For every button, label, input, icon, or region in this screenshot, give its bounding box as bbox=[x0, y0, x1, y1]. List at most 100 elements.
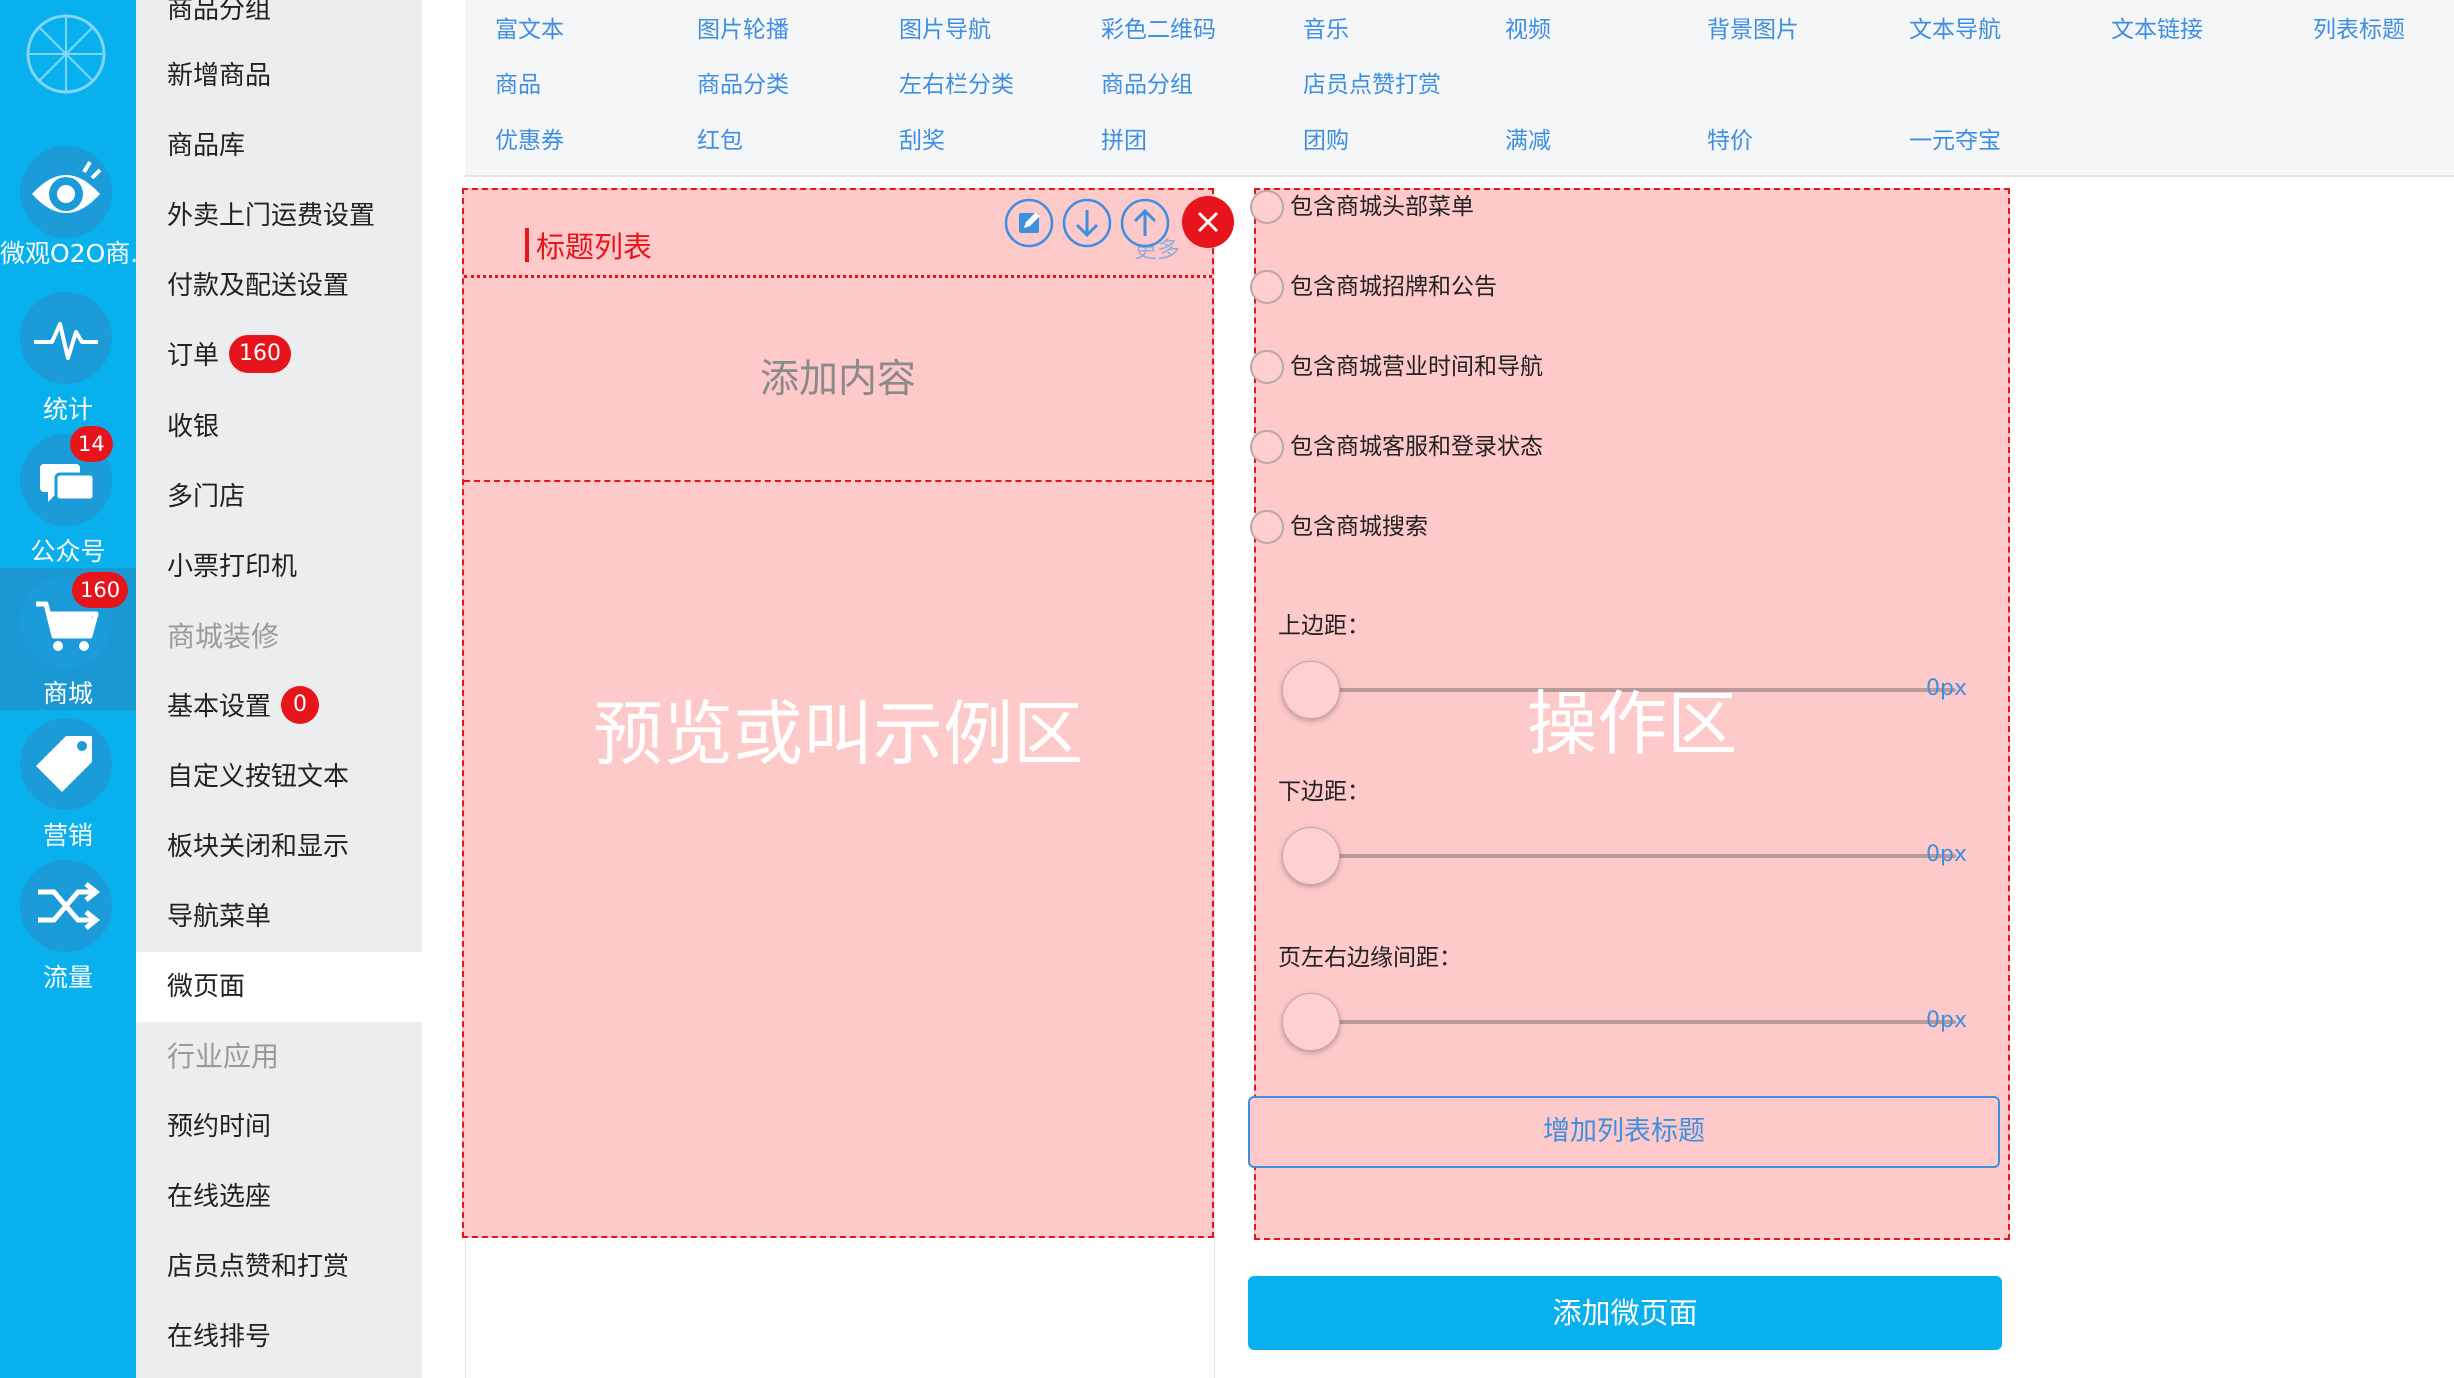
menu-item-cashier[interactable]: 收银 bbox=[136, 392, 422, 462]
arrow-down-icon[interactable] bbox=[1062, 198, 1112, 248]
menu-item-product-library[interactable]: 商品库 bbox=[136, 111, 422, 181]
menu-item-product-group[interactable]: 商品分组 bbox=[136, 0, 422, 45]
rail-item-logo[interactable] bbox=[0, 0, 136, 94]
menu-item-add-product[interactable]: 新增商品 bbox=[136, 41, 422, 111]
rail-label-stats: 统计 bbox=[42, 395, 93, 424]
eye-icon bbox=[20, 146, 112, 238]
menu-item-label: 在线排号 bbox=[167, 1322, 272, 1352]
checkbox-label: 包含商城营业时间和导航 bbox=[1290, 354, 1543, 380]
shuffle-icon bbox=[20, 860, 112, 952]
component-image-carousel[interactable]: 图片轮播 bbox=[697, 10, 789, 44]
component-staff-tips[interactable]: 店员点赞打赏 bbox=[1303, 65, 1441, 99]
component-image-nav[interactable]: 图片导航 bbox=[899, 10, 991, 44]
rail-item-shop-profile[interactable]: 微观O2O商.. bbox=[0, 138, 146, 280]
component-background-image[interactable]: 背景图片 bbox=[1707, 10, 1799, 44]
rail-item-stats[interactable]: 统计 bbox=[0, 284, 136, 426]
slider-label-side-margin: 页左右边缘间距： bbox=[1278, 945, 1462, 971]
checkbox-circle[interactable] bbox=[1250, 190, 1284, 224]
menu-item-orders[interactable]: 订单 160 bbox=[136, 321, 422, 391]
edit-icon[interactable] bbox=[1004, 198, 1054, 248]
orders-count-badge: 160 bbox=[229, 334, 292, 373]
rail-item-marketing[interactable]: 营销 bbox=[0, 710, 136, 852]
component-one-yuan-lottery[interactable]: 一元夺宝 bbox=[1909, 121, 2001, 155]
close-icon[interactable] bbox=[1182, 196, 1234, 248]
menu-heading-industry-apps: 行业应用 bbox=[136, 1022, 422, 1092]
operation-area-label: 操作区 bbox=[1527, 683, 1737, 765]
menu-item-block-visibility[interactable]: 板块关闭和显示 bbox=[136, 812, 422, 882]
component-red-packet[interactable]: 红包 bbox=[697, 121, 743, 155]
menu-item-booking-time[interactable]: 预约时间 bbox=[136, 1092, 422, 1162]
component-rich-text[interactable]: 富文本 bbox=[495, 10, 564, 44]
slider-label-bottom-margin: 下边距： bbox=[1278, 779, 1370, 805]
rail-item-mall[interactable]: 160 商城 bbox=[0, 568, 136, 710]
menu-item-label: 基本设置 bbox=[167, 692, 272, 722]
preview-area[interactable]: 标题列表 更多 添加内容 预览或叫示例区 bbox=[462, 188, 1214, 1238]
checkbox-circle[interactable] bbox=[1250, 350, 1284, 384]
component-product-group[interactable]: 商品分组 bbox=[1101, 65, 1193, 99]
menu-item-staff-tips[interactable]: 店员点赞和打赏 bbox=[136, 1232, 422, 1302]
menu-item-online-queue[interactable]: 在线排号 bbox=[136, 1302, 422, 1372]
slider-track-side-margin[interactable] bbox=[1312, 1020, 1956, 1024]
arrow-up-icon[interactable] bbox=[1120, 198, 1170, 248]
checkbox-circle[interactable] bbox=[1250, 430, 1284, 464]
component-color-qrcode[interactable]: 彩色二维码 bbox=[1101, 10, 1216, 44]
slider-thumb-side-margin[interactable] bbox=[1282, 993, 1340, 1051]
wheel-logo-icon bbox=[24, 12, 108, 100]
basic-settings-badge: 0 bbox=[281, 685, 320, 724]
component-music[interactable]: 音乐 bbox=[1303, 10, 1349, 44]
menu-item-micro-page[interactable]: 微页面 bbox=[136, 952, 422, 1022]
checkbox-label: 包含商城头部菜单 bbox=[1290, 194, 1474, 220]
menu-item-nav-menu[interactable]: 导航菜单 bbox=[136, 882, 422, 952]
checkbox-label: 包含商城招牌和公告 bbox=[1290, 274, 1497, 300]
add-list-title-button[interactable]: 增加列表标题 bbox=[1248, 1096, 2000, 1168]
component-special-price[interactable]: 特价 bbox=[1707, 121, 1753, 155]
component-video[interactable]: 视频 bbox=[1505, 10, 1551, 44]
list-title-block[interactable]: 标题列表 更多 bbox=[464, 190, 1212, 278]
menu-item-custom-button-text[interactable]: 自定义按钮文本 bbox=[136, 742, 422, 812]
slider-thumb-bottom-margin[interactable] bbox=[1282, 827, 1340, 885]
slider-label-top-margin: 上边距： bbox=[1278, 613, 1370, 639]
menu-item-label: 付款及配送设置 bbox=[167, 271, 350, 301]
component-coupon[interactable]: 优惠券 bbox=[495, 121, 564, 155]
menu-item-label: 外卖上门运费设置 bbox=[167, 201, 376, 231]
app-icon-rail: 微观O2O商.. 统计 14 公众号 160 商城 营销 流量 bbox=[0, 0, 146, 1378]
add-content-block[interactable]: 添加内容 bbox=[464, 278, 1212, 482]
menu-item-label: 商品分组 bbox=[167, 0, 272, 25]
rail-label-marketing: 营销 bbox=[42, 821, 93, 850]
component-product-category[interactable]: 商品分类 bbox=[697, 65, 789, 99]
rail-item-traffic[interactable]: 流量 bbox=[0, 852, 136, 994]
component-text-link[interactable]: 文本链接 bbox=[2111, 10, 2203, 44]
menu-item-label: 小票打印机 bbox=[167, 552, 298, 582]
add-micro-page-button[interactable]: 添加微页面 bbox=[1248, 1276, 2002, 1350]
component-text-nav[interactable]: 文本导航 bbox=[1909, 10, 2001, 44]
menu-item-receipt-printer[interactable]: 小票打印机 bbox=[136, 532, 422, 602]
menu-item-label: 导航菜单 bbox=[167, 902, 272, 932]
component-picker: 富文本 图片轮播 图片导航 彩色二维码 音乐 视频 背景图片 文本导航 文本链接… bbox=[465, 0, 2454, 177]
component-team-purchase[interactable]: 团购 bbox=[1303, 121, 1349, 155]
menu-item-basic-settings[interactable]: 基本设置 0 bbox=[136, 672, 422, 742]
menu-heading-mall-decoration: 商城装修 bbox=[136, 602, 422, 672]
menu-item-payment-delivery[interactable]: 付款及配送设置 bbox=[136, 251, 422, 321]
component-product[interactable]: 商品 bbox=[495, 65, 541, 99]
component-scratch-card[interactable]: 刮奖 bbox=[899, 121, 945, 155]
checkbox-circle[interactable] bbox=[1250, 510, 1284, 544]
component-full-reduction[interactable]: 满减 bbox=[1505, 121, 1551, 155]
title-accent-bar bbox=[525, 228, 529, 262]
menu-item-label: 商品库 bbox=[167, 131, 246, 161]
component-two-column-category[interactable]: 左右栏分类 bbox=[899, 65, 1014, 99]
component-group-buy[interactable]: 拼团 bbox=[1101, 121, 1147, 155]
checkbox-circle[interactable] bbox=[1250, 270, 1284, 304]
menu-item-label: 自定义按钮文本 bbox=[167, 762, 350, 792]
rail-item-wechat[interactable]: 14 公众号 bbox=[0, 426, 136, 568]
slider-track-bottom-margin[interactable] bbox=[1312, 854, 1956, 858]
menu-item-online-seat[interactable]: 在线选座 bbox=[136, 1162, 422, 1232]
menu-heading-label: 商城装修 bbox=[167, 620, 280, 653]
menu-item-label: 板块关闭和显示 bbox=[167, 832, 350, 862]
component-list-title[interactable]: 列表标题 bbox=[2313, 10, 2405, 44]
menu-item-multi-store[interactable]: 多门店 bbox=[136, 462, 422, 532]
preview-area-label: 预览或叫示例区 bbox=[593, 693, 1083, 775]
slider-value-side-margin: 0px bbox=[1926, 1008, 1967, 1033]
rail-badge-mall: 160 bbox=[72, 572, 129, 608]
menu-item-delivery-fee[interactable]: 外卖上门运费设置 bbox=[136, 181, 422, 251]
menu-item-label: 收银 bbox=[167, 412, 220, 442]
